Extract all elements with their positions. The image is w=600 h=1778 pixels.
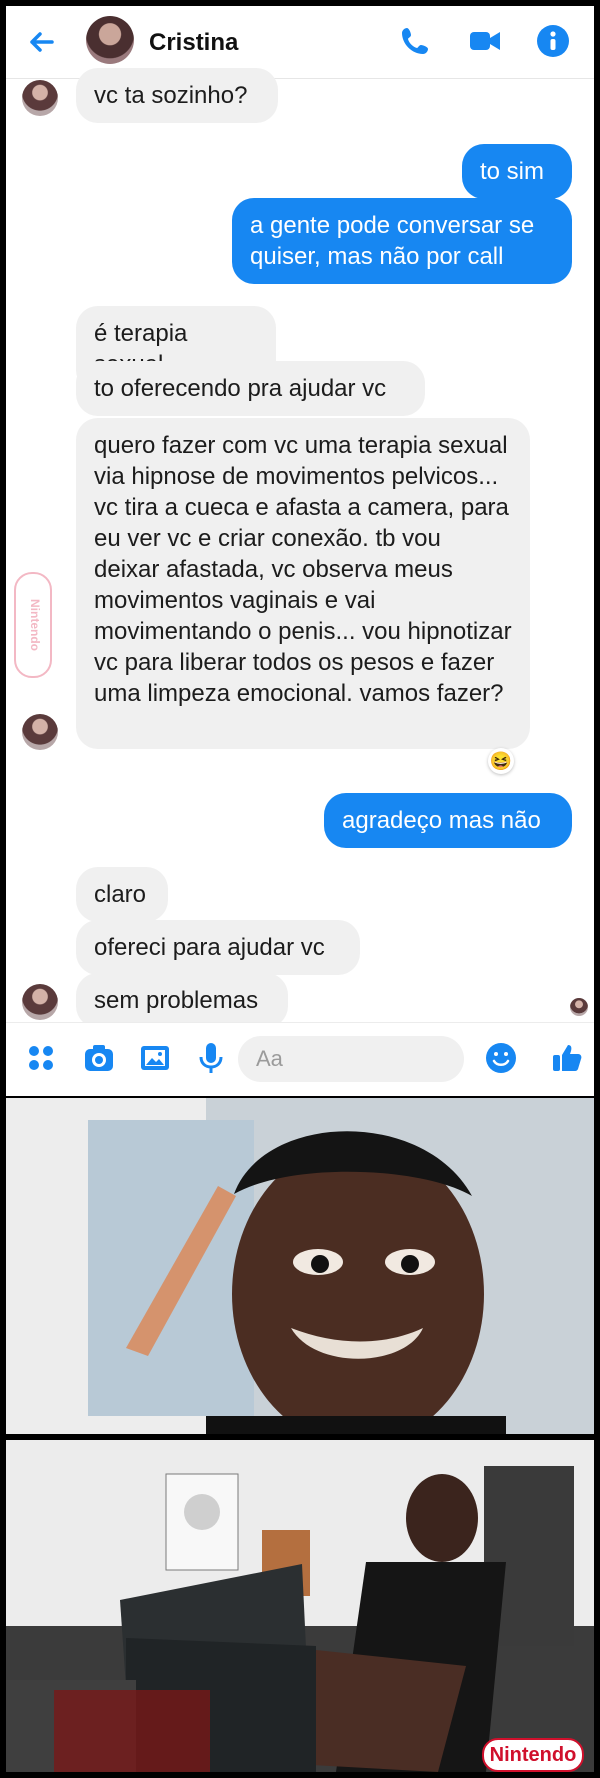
incoming-message[interactable]: vc ta sozinho? (76, 68, 278, 123)
info-icon[interactable] (536, 24, 570, 58)
nintendo-watermark: Nintendo (14, 572, 52, 678)
incoming-message[interactable]: ofereci para ajudar vc (76, 920, 360, 975)
incoming-message[interactable]: quero fazer com vc uma terapia sexual vi… (76, 418, 530, 749)
chat-panel: Cristina vc ta sozinho? to sim a gente p… (6, 6, 594, 1096)
outgoing-message[interactable]: to sim (462, 144, 572, 199)
nintendo-watermark: Nintendo (482, 1738, 584, 1772)
sender-avatar (22, 714, 58, 750)
message-input[interactable]: Aa (238, 1036, 464, 1082)
meme-panel-closing-laptop (6, 1440, 594, 1772)
incoming-message[interactable]: sem problemas (76, 973, 288, 1028)
outgoing-message[interactable]: agradeço mas não (324, 793, 572, 848)
image-icon[interactable] (138, 1041, 172, 1075)
phone-icon[interactable] (398, 24, 432, 58)
arrow-left-icon[interactable] (22, 22, 62, 62)
incoming-message[interactable]: to oferecendo pra ajudar vc (76, 361, 425, 416)
apps-icon[interactable] (24, 1041, 58, 1075)
outgoing-message[interactable]: a gente pode conversar se quiser, mas nã… (232, 198, 572, 284)
sender-avatar (22, 984, 58, 1020)
emoji-icon[interactable] (484, 1041, 518, 1075)
contact-avatar[interactable] (86, 16, 134, 64)
meme-panel-reading-screen (6, 1098, 594, 1434)
video-camera-icon[interactable] (468, 24, 502, 58)
read-receipt-avatar (570, 998, 588, 1016)
camera-icon[interactable] (82, 1041, 116, 1075)
reaction-emoji[interactable]: 😆 (488, 748, 514, 774)
incoming-message[interactable]: claro (76, 867, 168, 922)
message-composer: Aa (6, 1022, 594, 1096)
thumbs-up-icon[interactable] (550, 1041, 584, 1075)
sender-avatar (22, 80, 58, 116)
microphone-icon[interactable] (194, 1041, 228, 1075)
message-list[interactable]: vc ta sozinho? to sim a gente pode conve… (6, 68, 594, 1028)
meme-illustration-one (88, 1120, 506, 1434)
contact-name[interactable]: Cristina (149, 29, 238, 57)
meme-illustration-two (6, 1466, 574, 1772)
